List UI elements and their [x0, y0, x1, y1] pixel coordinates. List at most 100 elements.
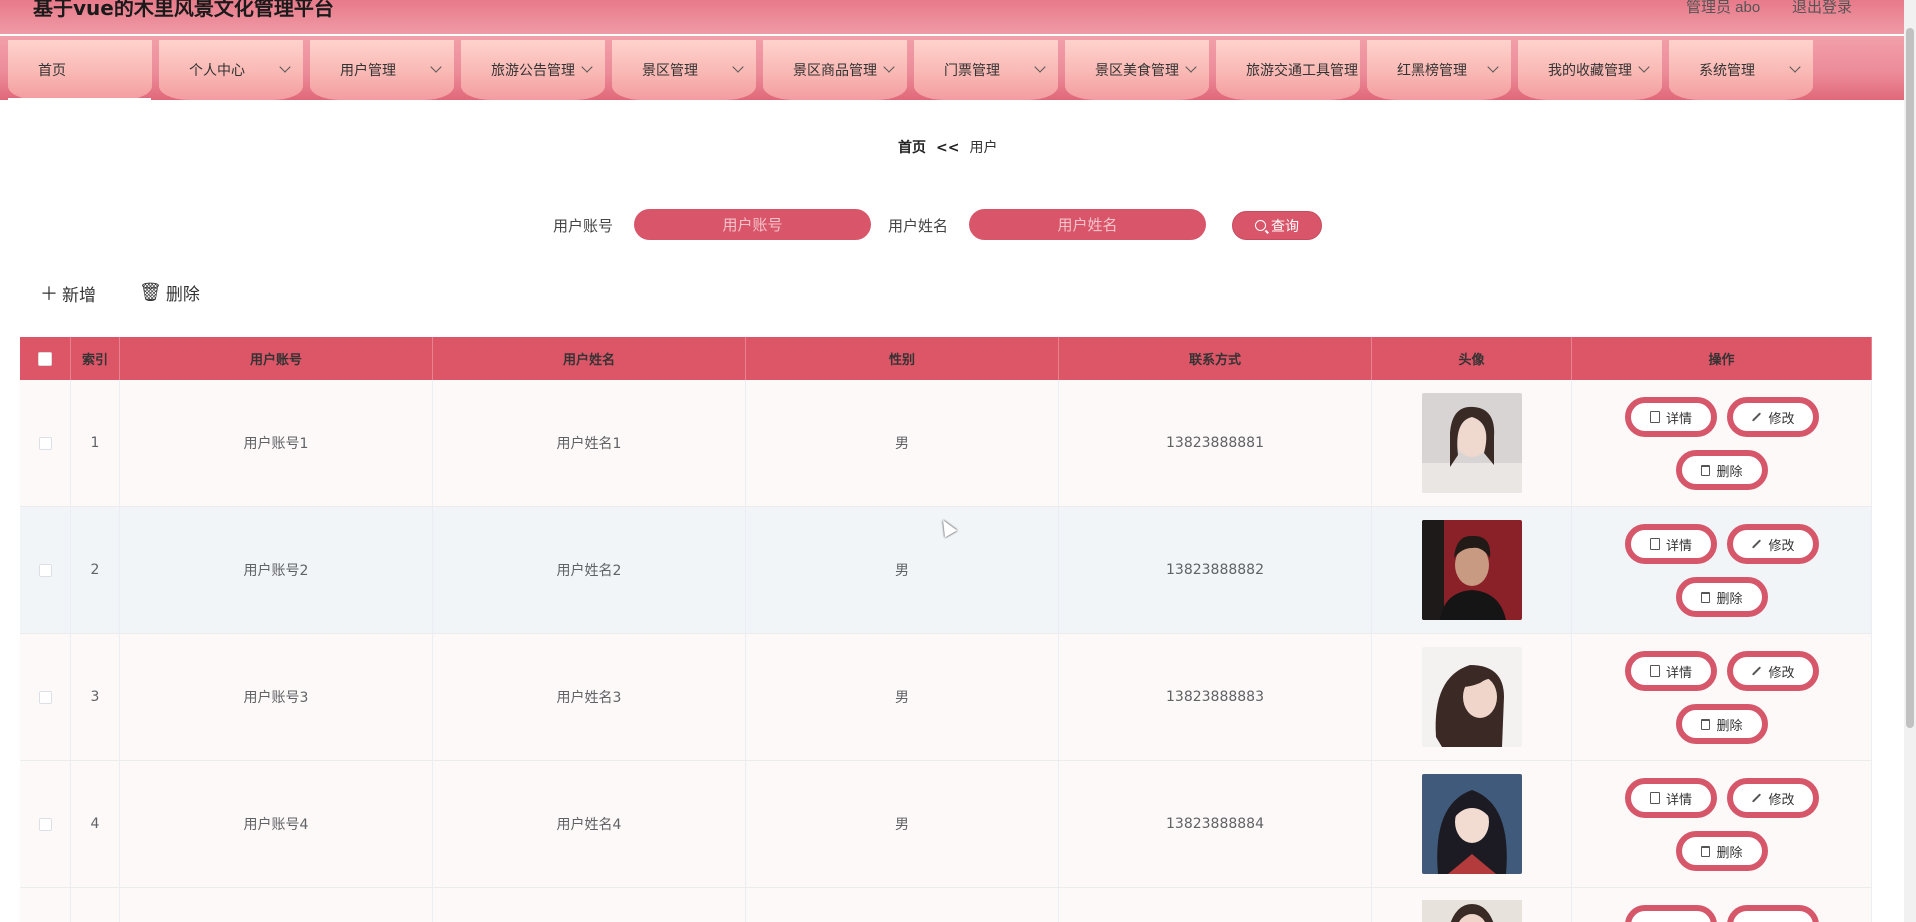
chevron-down-icon — [1185, 61, 1197, 73]
nav-item-transport[interactable]: 旅游交通工具管理 — [1216, 40, 1360, 100]
delete-button[interactable]: 删除 — [1676, 450, 1768, 490]
nav-item-personal-center[interactable]: 个人中心 — [159, 40, 303, 100]
row-checkbox[interactable] — [38, 690, 52, 704]
edit-button[interactable] — [1727, 905, 1819, 922]
cell-avatar — [1372, 888, 1572, 922]
avatar[interactable] — [1421, 774, 1522, 874]
detail-button[interactable]: 详情 — [1625, 778, 1717, 818]
row-checkbox[interactable] — [38, 817, 52, 831]
chevron-down-icon — [581, 61, 593, 73]
cell-account: 用户账号4 — [120, 761, 433, 887]
nav-label: 门票管理 — [944, 63, 1000, 79]
detail-button[interactable]: 详情 — [1625, 397, 1717, 437]
cell-name: 用户姓名4 — [433, 761, 746, 887]
nav-item-system[interactable]: 系统管理 — [1669, 40, 1813, 100]
edit-button[interactable]: 修改 — [1727, 778, 1819, 818]
nav-item-favorites[interactable]: 我的收藏管理 — [1518, 40, 1662, 100]
row-select-cell — [20, 761, 71, 887]
avatar[interactable] — [1421, 520, 1522, 620]
logout-link[interactable]: 退出登录 — [1792, 0, 1852, 17]
plus-icon: ＋ — [40, 284, 58, 305]
header-account: 用户账号 — [120, 337, 433, 380]
cell-gender: 男 — [746, 507, 1059, 633]
cell-operations: 详情 修改 删除 — [1572, 634, 1872, 760]
header-gender: 性别 — [746, 337, 1059, 380]
edit-button[interactable]: 修改 — [1727, 397, 1819, 437]
trash-icon — [1701, 845, 1711, 857]
nav-item-scenic-area[interactable]: 景区管理 — [612, 40, 756, 100]
nav-item-tickets[interactable]: 门票管理 — [914, 40, 1058, 100]
table-row: 4 用户账号4 用户姓名4 男 13823888884 详情 修改 删除 — [20, 761, 1872, 888]
delete-button[interactable]: 删除 — [1676, 577, 1768, 617]
cell-operations: 详情 修改 删除 — [1572, 380, 1872, 506]
cell-avatar — [1372, 634, 1572, 760]
chevron-down-icon — [732, 61, 744, 73]
search-button[interactable]: 查询 — [1232, 211, 1322, 240]
row-checkbox[interactable] — [38, 436, 52, 450]
admin-user-label: 管理员 abo — [1686, 0, 1761, 16]
nav-item-home[interactable]: 首页 — [8, 40, 152, 100]
cell-index: 1 — [71, 380, 120, 506]
row-select-cell — [20, 507, 71, 633]
detail-button[interactable]: 详情 — [1625, 524, 1717, 564]
delete-button[interactable]: 删除 — [1676, 831, 1768, 871]
nav-item-scenic-food[interactable]: 景区美食管理 — [1065, 40, 1209, 100]
breadcrumb-current: 用户 — [969, 140, 998, 156]
avatar[interactable] — [1421, 393, 1522, 493]
nav-label: 旅游公告管理 — [491, 63, 575, 79]
breadcrumb-home[interactable]: 首页 — [898, 140, 926, 156]
nav-item-scenic-goods[interactable]: 景区商品管理 — [763, 40, 907, 100]
select-all-checkbox[interactable] — [38, 351, 52, 366]
add-button[interactable]: ＋新增 — [40, 280, 96, 306]
edit-button[interactable]: 修改 — [1727, 651, 1819, 691]
active-tab-indicator — [8, 98, 151, 101]
delete-button[interactable]: 删除 — [1676, 704, 1768, 744]
edit-label: 修改 — [1768, 792, 1795, 808]
cell-operations: 详情 修改 删除 — [1572, 507, 1872, 633]
cell-gender — [746, 888, 1059, 922]
avatar[interactable] — [1421, 647, 1522, 747]
cell-avatar — [1372, 761, 1572, 887]
search-button-label: 查询 — [1271, 218, 1299, 235]
pencil-icon — [1752, 412, 1762, 422]
chevron-down-icon — [1487, 61, 1499, 73]
nav-item-user-management[interactable]: 用户管理 — [310, 40, 454, 100]
document-icon — [1649, 411, 1660, 423]
table-row — [20, 888, 1872, 922]
account-search-input[interactable] — [634, 209, 871, 240]
scrollbar-thumb[interactable] — [1906, 28, 1914, 728]
nav-item-red-black-list[interactable]: 红黑榜管理 — [1367, 40, 1511, 100]
name-search-input[interactable] — [969, 209, 1206, 240]
header-name: 用户姓名 — [433, 337, 746, 380]
main-nav: 首页 个人中心 用户管理 旅游公告管理 景区管理 景区商品管理 门票管理 景区美… — [0, 36, 1904, 100]
edit-button[interactable]: 修改 — [1727, 524, 1819, 564]
avatar[interactable] — [1421, 900, 1522, 922]
chevron-down-icon — [1034, 61, 1046, 73]
trash-icon — [1701, 718, 1711, 730]
document-icon — [1649, 792, 1660, 804]
row-select-cell — [20, 634, 71, 760]
row-select-cell — [20, 380, 71, 506]
select-all-cell — [20, 337, 71, 380]
detail-label: 详情 — [1665, 792, 1692, 808]
detail-button[interactable] — [1625, 905, 1717, 922]
breadcrumb: 首页 << 用户 — [898, 137, 997, 157]
table-row: 3 用户账号3 用户姓名3 男 13823888883 详情 修改 删除 — [20, 634, 1872, 761]
cell-account — [120, 888, 433, 922]
row-checkbox[interactable] — [38, 563, 52, 577]
nav-label: 红黑榜管理 — [1397, 63, 1467, 79]
nav-label: 个人中心 — [189, 63, 245, 79]
edit-label: 修改 — [1768, 411, 1795, 427]
cell-phone — [1059, 888, 1372, 922]
trash-icon — [1701, 591, 1711, 603]
detail-button[interactable]: 详情 — [1625, 651, 1717, 691]
page-scrollbar[interactable] — [1904, 0, 1916, 922]
top-header: 基于vue的木里风景文化管理平台 管理员 abo 退出登录 — [0, 0, 1904, 34]
edit-label: 修改 — [1768, 665, 1795, 681]
delete-label: 删除 — [1716, 718, 1743, 734]
nav-item-travel-notice[interactable]: 旅游公告管理 — [461, 40, 605, 100]
document-icon — [1649, 665, 1660, 677]
batch-delete-button[interactable]: 🗑 删除 — [139, 280, 200, 305]
cell-operations: 详情 修改 删除 — [1572, 761, 1872, 887]
batch-delete-label: 删除 — [165, 285, 200, 305]
